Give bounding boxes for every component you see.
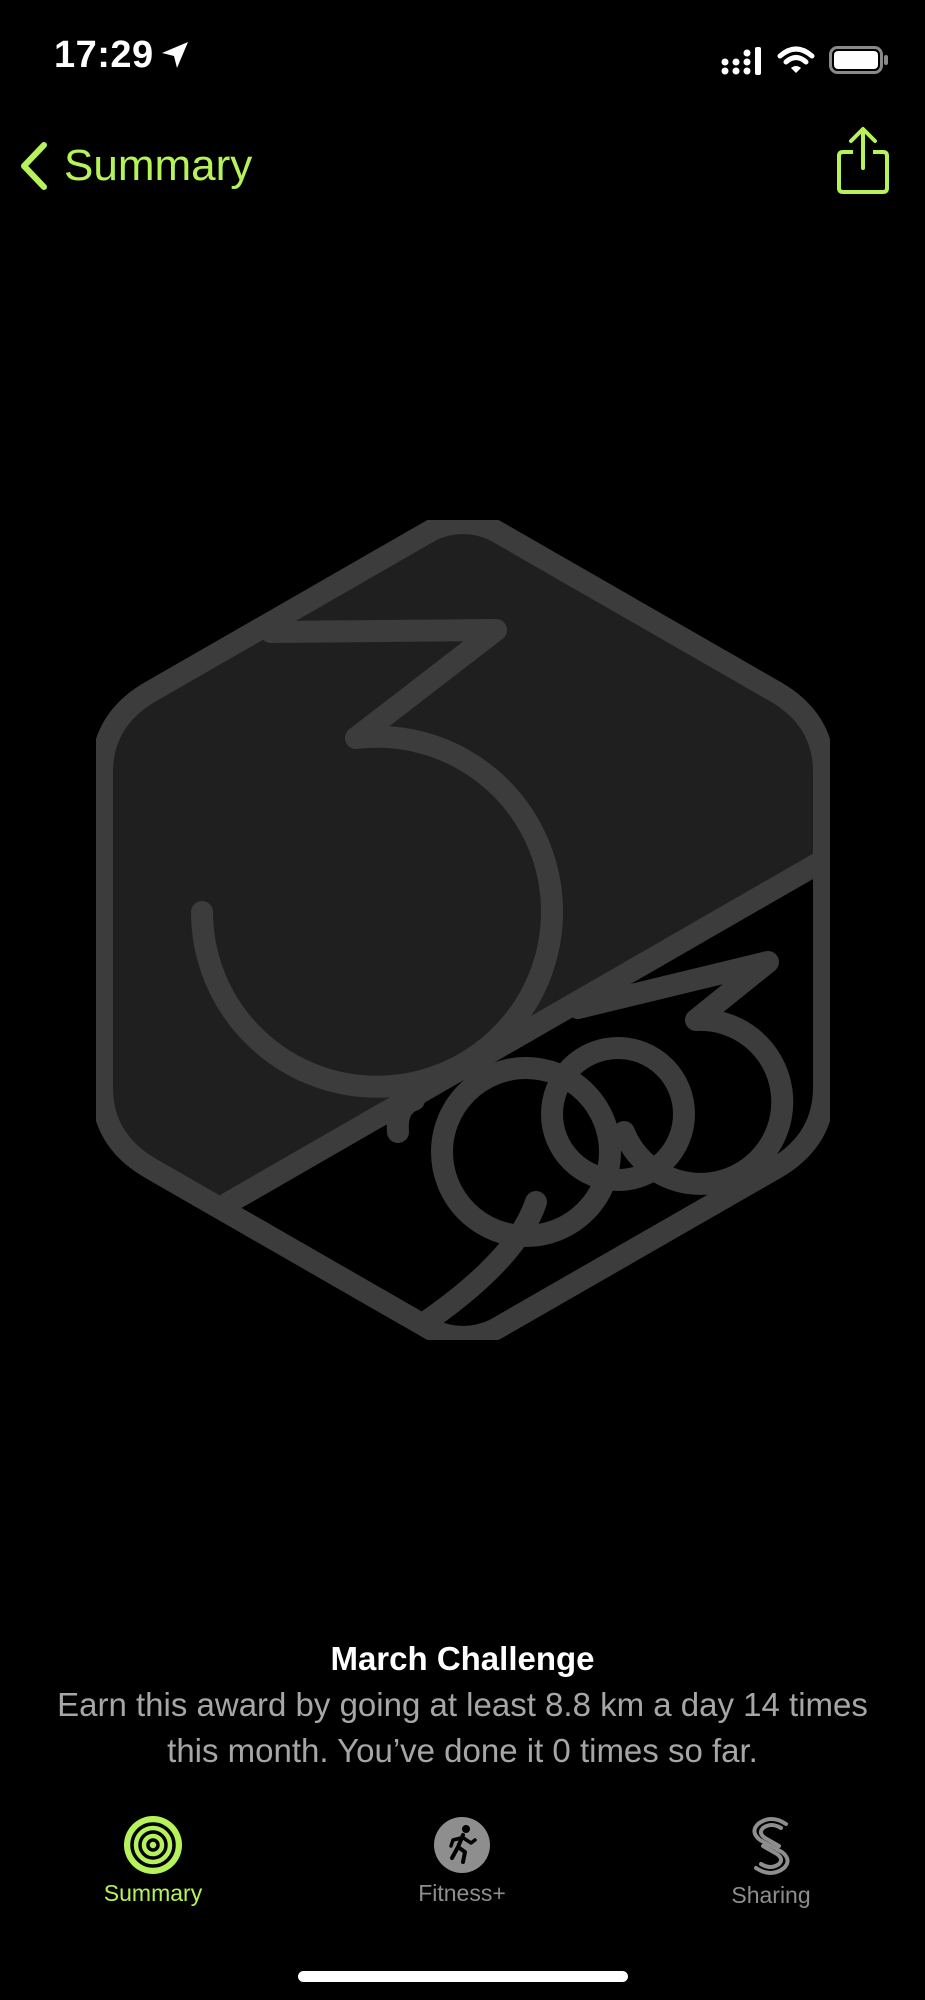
tab-fitness-plus-label: Fitness+ <box>418 1880 506 1906</box>
navigation-bar: Summary <box>0 120 925 212</box>
award-description: Earn this award by going at least 8.8 km… <box>57 1686 868 1769</box>
status-icons <box>721 40 889 80</box>
status-bar: 17:29 <box>0 0 925 120</box>
location-arrow-icon <box>162 42 188 68</box>
tab-summary[interactable]: Summary <box>43 1816 263 1936</box>
award-title: March Challenge <box>330 1640 595 1677</box>
tab-fitness-plus[interactable]: Fitness+ <box>352 1816 572 1936</box>
tab-summary-label: Summary <box>103 1880 203 1906</box>
status-time: 17:29 <box>54 34 154 76</box>
tab-sharing-label: Sharing <box>731 1882 811 1908</box>
sharing-icon <box>752 1817 790 1875</box>
award-caption: March Challenge Earn this award by going… <box>0 1640 925 1774</box>
home-indicator[interactable] <box>298 1971 628 1982</box>
tab-sharing[interactable]: Sharing <box>661 1816 881 1936</box>
march-challenge-badge <box>96 520 830 1340</box>
back-button-label: Summary <box>64 141 253 190</box>
wifi-icon <box>777 46 815 73</box>
chevron-left-icon <box>21 142 47 190</box>
share-icon[interactable] <box>835 126 891 196</box>
back-button[interactable]: Summary <box>18 134 252 198</box>
cellular-signal-icon <box>721 47 761 75</box>
activity-rings-icon <box>124 1816 182 1874</box>
tab-bar: Summary Fitness+ Sharing <box>0 1816 925 1936</box>
battery-icon <box>829 46 888 74</box>
fitness-plus-icon <box>434 1817 490 1873</box>
